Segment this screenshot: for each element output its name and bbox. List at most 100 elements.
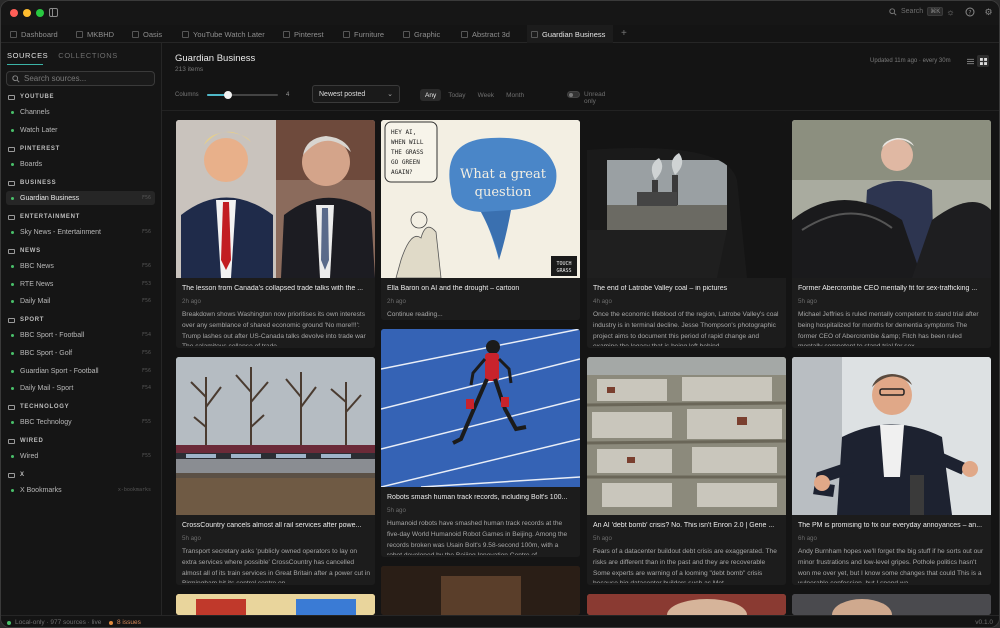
source-search-input[interactable] <box>24 74 144 83</box>
grid-view-button[interactable] <box>977 55 989 67</box>
card-partial[interactable] <box>587 594 786 615</box>
card-crosscountry[interactable]: CrossCountry cancels almost all rail ser… <box>176 357 375 585</box>
sidebar-item-x-bookmarks[interactable]: X Bookmarks x-bookmarks <box>6 483 155 497</box>
gear-icon[interactable]: ⚙ <box>983 7 994 18</box>
tab-sources[interactable]: SOURCES <box>7 51 48 60</box>
minimize-window-button[interactable] <box>23 9 31 17</box>
shortcut-key: F56 <box>141 195 151 201</box>
status-dot <box>11 454 14 458</box>
group-entertainment[interactable]: ENTERTAINMENT <box>8 214 80 220</box>
tab-graphic[interactable]: Graphic <box>399 25 444 43</box>
filter-month[interactable]: Month <box>501 89 529 101</box>
issues-indicator[interactable]: 8 issues <box>109 619 141 626</box>
close-window-button[interactable] <box>10 9 18 17</box>
filter-any[interactable]: Any <box>420 89 442 101</box>
global-search-button[interactable]: Search ⌘K <box>889 7 944 16</box>
sidebar-item-channels[interactable]: Channels <box>6 105 155 119</box>
folder-icon <box>8 94 15 100</box>
filter-week[interactable]: Week <box>473 89 500 101</box>
help-icon[interactable]: ? <box>964 7 975 18</box>
sidebar-item-wired[interactable]: Wired F55 <box>6 449 155 463</box>
sidebar-item-bbc-sport-golf[interactable]: BBC Sport - Golf F56 <box>6 346 155 360</box>
card-title: CrossCountry cancels almost all rail ser… <box>182 522 362 529</box>
sidebar-item-daily-mail-sport[interactable]: Daily Mail - Sport F54 <box>6 381 155 395</box>
group-business[interactable]: BUSINESS <box>8 180 56 186</box>
tab-label: MKBHD <box>87 29 115 39</box>
shortcut-key: F55 <box>141 453 151 459</box>
list-view-button[interactable] <box>964 55 976 67</box>
card-image <box>176 120 375 278</box>
group-news[interactable]: NEWS <box>8 248 41 254</box>
sidebar-item-bbc-news[interactable]: BBC News F56 <box>6 259 155 273</box>
sidebar-item-rte-news[interactable]: RTE News F53 <box>6 277 155 291</box>
filter-today[interactable]: Today <box>443 89 470 101</box>
live-status-text: Local-only · 977 sources · live <box>15 619 102 626</box>
card-latrobe[interactable]: The end of Latrobe Valley coal – in pict… <box>587 120 786 348</box>
tab-guardian-business[interactable]: Guardian Business <box>527 25 613 44</box>
status-dot <box>11 420 14 424</box>
card-robots[interactable]: Robots smash human track records, includ… <box>381 329 580 557</box>
tab-icon <box>403 30 410 38</box>
shortcut-key: F53 <box>141 281 151 287</box>
columns-slider[interactable] <box>207 91 278 99</box>
tab-dashboard[interactable]: Dashboard <box>6 25 62 43</box>
sun-icon[interactable]: ☼ <box>945 7 956 18</box>
maximize-window-button[interactable] <box>36 9 44 17</box>
sidebar-item-guardian-business[interactable]: Guardian Business F56 <box>6 191 155 205</box>
slider-thumb[interactable] <box>224 91 233 99</box>
group-label: ENTERTAINMENT <box>20 214 80 220</box>
card-abercrombie[interactable]: Former Abercrombie CEO mentally fit for … <box>792 120 991 348</box>
svg-text:AGAIN?: AGAIN? <box>391 169 413 176</box>
add-tab-button[interactable]: + <box>621 28 627 39</box>
tab-youtube-watch-later[interactable]: YouTube Watch Later <box>178 25 269 43</box>
tab-mkbhd[interactable]: MKBHD <box>72 25 118 43</box>
tab-pinterest[interactable]: Pinterest <box>279 25 328 43</box>
unread-only-toggle[interactable] <box>567 91 580 98</box>
card-canada-trade[interactable]: The lesson from Canada's collapsed trade… <box>176 120 375 348</box>
sidebar-item-bbc-technology[interactable]: BBC Technology F55 <box>6 415 155 429</box>
sort-select[interactable]: Newest posted ⌄ <box>312 85 400 103</box>
sidebar-item-boards[interactable]: Boards <box>6 157 155 171</box>
folder-icon <box>8 317 15 323</box>
status-dot <box>11 162 14 166</box>
card-age: 2h ago <box>387 298 406 305</box>
card-cartoon[interactable]: HEY AI, WHEN WILL THE GRASS GO GREEN AGAIN? … <box>381 120 580 320</box>
source-search[interactable] <box>6 71 155 86</box>
tab-abstract-3d[interactable]: Abstract 3d <box>457 25 514 43</box>
card-partial[interactable] <box>381 566 580 615</box>
search-icon <box>889 7 897 16</box>
sidebar-item-daily-mail[interactable]: Daily Mail F56 <box>6 294 155 308</box>
tab-oasis[interactable]: Oasis <box>128 25 166 43</box>
tab-furniture[interactable]: Furniture <box>339 25 388 43</box>
tab-icon <box>182 30 189 38</box>
sidebar-item-sky-news-entertainment[interactable]: Sky News - Entertainment F56 <box>6 225 155 239</box>
group-wired[interactable]: WIRED <box>8 438 44 444</box>
card-pm-annoyances[interactable]: The PM is promising to fix our everyday … <box>792 357 991 585</box>
group-technology[interactable]: TECHNOLOGY <box>8 404 69 410</box>
shortcut-key: F55 <box>141 419 151 425</box>
group-pinterest[interactable]: PINTEREST <box>8 146 60 152</box>
card-description: Transport secretary asks 'publicly owned… <box>182 548 370 583</box>
card-ai-debt[interactable]: An AI 'debt bomb' crisis? No. This isn't… <box>587 357 786 585</box>
sidebar-toggle-icon[interactable] <box>49 8 58 17</box>
folder-icon <box>8 180 15 186</box>
status-dot <box>11 128 14 132</box>
sidebar-item-guardian-sport-football[interactable]: Guardian Sport - Football F56 <box>6 364 155 378</box>
card-age: 2h ago <box>182 298 201 305</box>
group-sport[interactable]: SPORT <box>8 317 44 323</box>
sidebar-item-label: Guardian Business <box>20 194 80 202</box>
tab-collections[interactable]: COLLECTIONS <box>58 51 118 60</box>
card-partial[interactable] <box>792 594 991 615</box>
sidebar-item-bbc-sport-football[interactable]: BBC Sport - Football F54 <box>6 328 155 342</box>
card-partial[interactable] <box>176 594 375 615</box>
card-age: 6h ago <box>798 535 817 542</box>
tab-label: Abstract 3d <box>472 29 510 39</box>
group-x[interactable]: X <box>8 472 25 478</box>
svg-text:question: question <box>475 185 532 200</box>
tab-label: Dashboard <box>21 29 58 39</box>
status-dot <box>11 488 14 492</box>
group-youtube[interactable]: YOUTUBE <box>8 94 54 100</box>
sidebar-item-watch-later[interactable]: Watch Later <box>6 123 155 137</box>
svg-text:TOUCH: TOUCH <box>556 261 571 267</box>
folder-icon <box>8 214 15 220</box>
